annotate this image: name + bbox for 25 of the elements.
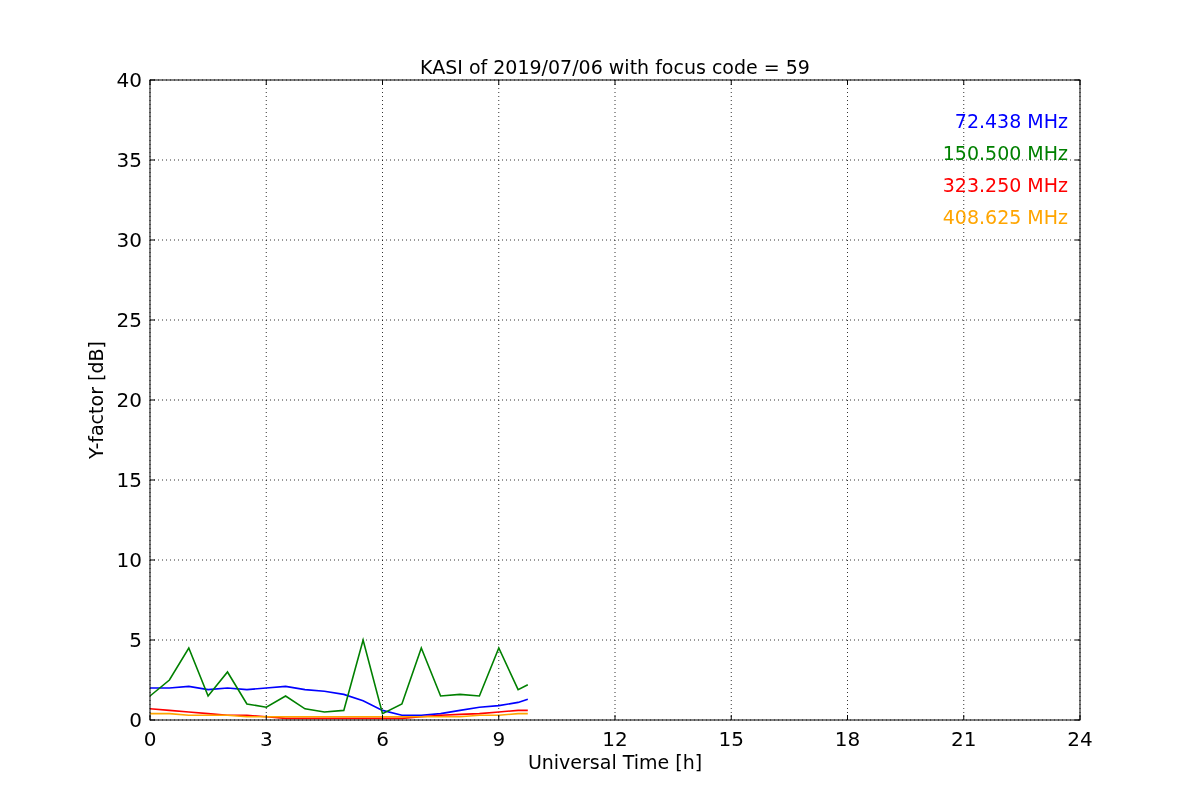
y-tick-label: 30 bbox=[116, 228, 142, 252]
legend-label: 323.250 MHz bbox=[942, 174, 1068, 196]
y-tick-label: 10 bbox=[116, 548, 142, 572]
y-tick-label: 0 bbox=[129, 708, 142, 732]
x-tick-label: 21 bbox=[951, 727, 977, 751]
y-axis-label: Y-factor [dB] bbox=[85, 341, 107, 459]
x-tick-label: 3 bbox=[259, 727, 273, 751]
chart-title: KASI of 2019/07/06 with focus code = 59 bbox=[420, 56, 810, 78]
y-tick-label: 40 bbox=[116, 68, 142, 92]
x-tick-label: 0 bbox=[143, 727, 157, 751]
y-tick-label: 15 bbox=[116, 468, 142, 492]
x-tick-label: 6 bbox=[376, 727, 389, 751]
x-tick-label: 24 bbox=[1067, 727, 1093, 751]
x-tick-label: 12 bbox=[602, 727, 628, 751]
x-axis-label: Universal Time [h] bbox=[527, 751, 703, 773]
x-tick-label: 15 bbox=[718, 727, 744, 751]
legend-label: 408.625 MHz bbox=[942, 206, 1068, 228]
y-tick-label: 35 bbox=[116, 148, 142, 172]
y-tick-label: 25 bbox=[116, 308, 142, 332]
x-tick-label: 9 bbox=[492, 727, 506, 751]
legend-label: 150.500 MHz bbox=[942, 142, 1068, 164]
x-tick-label: 18 bbox=[834, 727, 861, 751]
y-tick-label: 20 bbox=[116, 388, 142, 412]
y-tick-label: 5 bbox=[129, 628, 142, 652]
legend-label: 72.438 MHz bbox=[954, 110, 1068, 132]
